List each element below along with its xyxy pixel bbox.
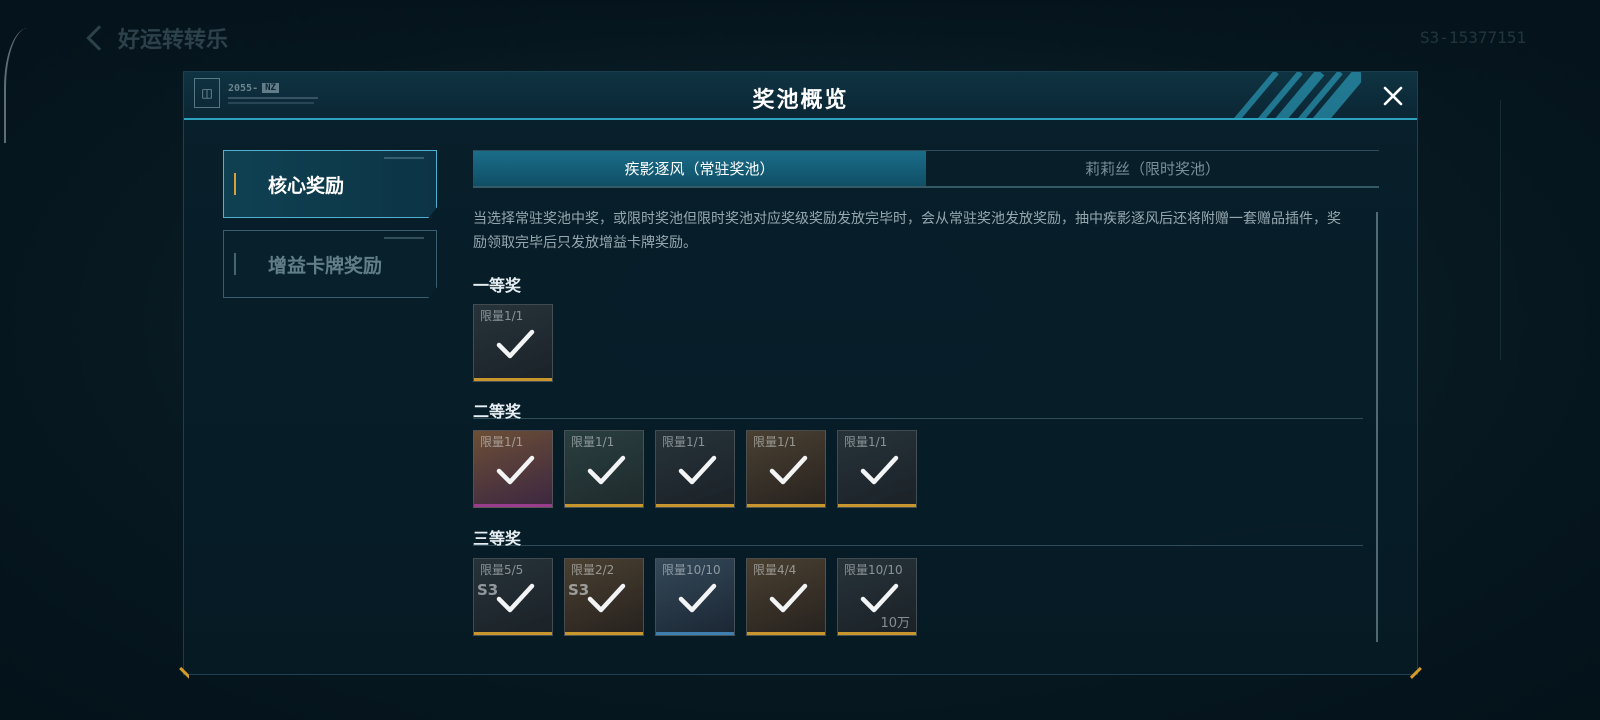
background-topbar [0, 0, 1600, 80]
claimed-check-icon [587, 583, 626, 613]
corner-accent [1402, 659, 1422, 679]
claimed-check-icon [496, 583, 535, 613]
reward-limit: 限量1/1 [844, 435, 888, 449]
reward-limit: 限量2/2 [571, 563, 615, 577]
reward-limit: 限量4/4 [753, 563, 797, 577]
prize-pool-modal: ◫ 2055- NZ 奖池概览 核心奖励 增益卡牌奖励 疾影逐风（常驻奖池） 莉… [179, 71, 1422, 679]
menu-buff-card-rewards[interactable]: 增益卡牌奖励 [223, 230, 437, 298]
menu-core-rewards-label: 核心奖励 [268, 174, 345, 197]
rarity-bar [656, 632, 734, 635]
reward-item[interactable]: 限量2/2 S3 [564, 558, 644, 636]
rarity-bar [838, 504, 916, 507]
reward-item[interactable]: 限量1/1 [746, 430, 826, 508]
claimed-check-icon [587, 455, 626, 485]
reward-item[interactable]: 限量1/1 [473, 430, 553, 508]
reward-item[interactable]: 限量10/10 10万 [837, 558, 917, 636]
pool-description: 当选择常驻奖池中奖，或限时奖池但限时奖池对应奖级奖励发放完毕时，会从常驻奖池发放… [473, 211, 1341, 251]
background-side-panel [1500, 100, 1560, 360]
background-code: S3-15377151 [1420, 28, 1526, 47]
rarity-bar [565, 632, 643, 635]
rarity-bar [474, 504, 552, 507]
reward-limit: 限量10/10 [662, 563, 721, 577]
claimed-check-icon [496, 455, 535, 485]
background-back-button: 好运转转乐 [86, 22, 229, 54]
rarity-bar [656, 504, 734, 507]
claimed-check-icon [769, 583, 808, 613]
reward-item[interactable]: 限量10/10 [655, 558, 735, 636]
rarity-bar [474, 632, 552, 635]
rarity-bar [838, 632, 916, 635]
section-divider [473, 418, 1363, 419]
rarity-bar [565, 504, 643, 507]
first-prize-items: 限量1/1 [473, 304, 553, 382]
reward-item[interactable]: 限量1/1 [655, 430, 735, 508]
reward-item[interactable]: 限量5/5 S3 [473, 558, 553, 636]
section-divider [473, 545, 1363, 546]
tab-limited-pool[interactable]: 莉莉丝（限时奖池） [926, 151, 1379, 186]
inactive-indicator [234, 253, 236, 275]
rarity-bar [474, 378, 552, 381]
reward-limit: 限量1/1 [571, 435, 615, 449]
menu-buff-card-rewards-label: 增益卡牌奖励 [268, 254, 383, 277]
reward-limit: 限量1/1 [480, 309, 524, 323]
claimed-check-icon [678, 455, 717, 485]
corner-accent [179, 659, 199, 679]
pool-tabs: 疾影逐风（常驻奖池） 莉莉丝（限时奖池） [473, 150, 1379, 188]
header-stripes-decoration [1231, 72, 1361, 118]
close-button[interactable] [1369, 72, 1417, 120]
claimed-check-icon [860, 455, 899, 485]
reward-item[interactable]: 限量4/4 [746, 558, 826, 636]
back-arrow-icon [86, 25, 112, 51]
reward-item[interactable]: 限量1/1 [837, 430, 917, 508]
third-prize-items: 限量5/5 S3 限量2/2 S3 限量10/10 限量4/4 限量10/10 10万 [473, 558, 917, 636]
claimed-check-icon [496, 329, 535, 359]
reward-limit: 限量5/5 [480, 563, 524, 577]
reward-limit: 限量10/10 [844, 563, 903, 577]
rarity-bar [747, 504, 825, 507]
claimed-check-icon [769, 455, 808, 485]
menu-core-rewards[interactable]: 核心奖励 [223, 150, 437, 218]
rarity-bar [747, 632, 825, 635]
section-title-first-prize: 一等奖 [473, 276, 522, 295]
scrollbar[interactable] [1376, 212, 1378, 642]
second-prize-items: 限量1/1 限量1/1 限量1/1 限量1/1 限量1/1 [473, 430, 917, 508]
reward-limit: 限量1/1 [480, 435, 524, 449]
close-icon [1383, 86, 1403, 106]
reward-item[interactable]: 限量1/1 [473, 304, 553, 382]
claimed-check-icon [860, 583, 899, 613]
modal-header: ◫ 2055- NZ 奖池概览 [184, 72, 1417, 120]
tab-standard-pool[interactable]: 疾影逐风（常驻奖池） [473, 151, 926, 186]
active-indicator [234, 173, 236, 195]
background-back-label: 好运转转乐 [118, 28, 229, 53]
claimed-check-icon [678, 583, 717, 613]
reward-item[interactable]: 限量1/1 [564, 430, 644, 508]
reward-limit: 限量1/1 [662, 435, 706, 449]
reward-limit: 限量1/1 [753, 435, 797, 449]
